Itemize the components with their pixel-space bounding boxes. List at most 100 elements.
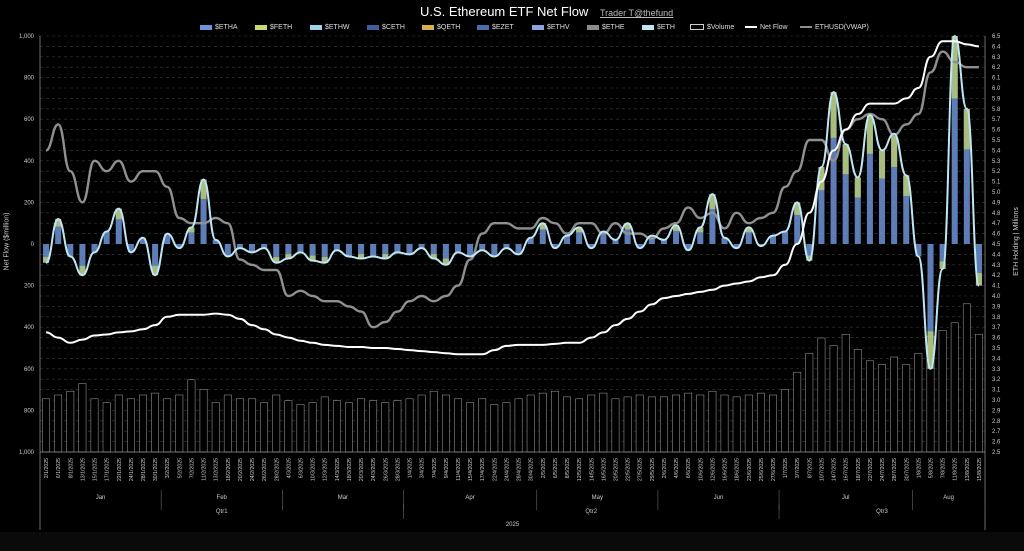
- x-tick-label: 3/4/2025: [420, 458, 426, 478]
- x-tick-label: 30/4/2025: [529, 458, 535, 481]
- y2-tick-label: 5.6: [992, 128, 1001, 134]
- x-tick-label: 15/8/2025: [977, 458, 983, 481]
- x-tick-label: 14/5/2025: [589, 458, 595, 481]
- x-tick-label: 12/3/2025: [323, 458, 329, 481]
- x-tick-label: 16/6/2025: [723, 458, 729, 481]
- volume-bar: [248, 398, 256, 453]
- x-tick-label: 16/7/2025: [844, 458, 850, 481]
- volume-bar: [563, 396, 571, 453]
- x-tick-label: 10/3/2025: [311, 458, 317, 481]
- x-tick-label: 26/2/2025: [262, 458, 268, 481]
- x-tick-label: 1/8/2025: [916, 458, 922, 478]
- volume-bar: [272, 394, 281, 453]
- x-tick-label: 7/2/2025: [189, 458, 195, 478]
- x-tick-label: 22/5/2025: [626, 458, 632, 481]
- y2-tick-label: 6.2: [992, 65, 1001, 71]
- volume-bar: [950, 322, 959, 453]
- y2-tick-label: 6.3: [992, 55, 1001, 61]
- y2-tick-label: 4.9: [992, 200, 1001, 206]
- x-tick-label: 25/6/2025: [759, 458, 765, 481]
- y-tick-label: 400: [24, 325, 35, 331]
- y2-tick-label: 2.6: [992, 440, 1001, 446]
- x-tick-label: 27/5/2025: [638, 458, 644, 481]
- x-tick-label: 24/1/2025: [129, 458, 135, 481]
- y-tick-label: 600: [24, 367, 35, 373]
- x-tick-label: 9/4/2025: [444, 458, 450, 478]
- x-tick-label: 4/3/2025: [286, 458, 292, 478]
- net-flow-bar-segment: [878, 150, 886, 179]
- y2-tick-label: 3.7: [992, 325, 1001, 331]
- y2-tick-label: 5.0: [992, 190, 1001, 196]
- y2-tick-label: 4.3: [992, 263, 1001, 269]
- net-flow-bar: [467, 244, 474, 257]
- net-flow-bar: [345, 244, 352, 257]
- x-tick-label: 13/2/2025: [214, 458, 220, 481]
- x-tick-label: 6/6/2025: [686, 458, 692, 478]
- y2-tick-label: 4.0: [992, 294, 1001, 300]
- x-tick-label: 7/8/2025: [941, 458, 947, 478]
- month-label: Jun: [714, 495, 724, 501]
- x-tick-label: 3/2/2025: [165, 458, 171, 478]
- volume-bar: [332, 400, 341, 453]
- volume-bar: [635, 394, 644, 453]
- bottom-strip: [0, 532, 1024, 551]
- volume-bar: [54, 394, 63, 453]
- x-tick-label: 10/7/2025: [819, 458, 825, 481]
- volume-bar: [236, 398, 244, 453]
- volume-bar: [708, 390, 717, 453]
- y-tick-label: 400: [24, 159, 35, 165]
- x-tick-label: 1/7/2025: [783, 458, 789, 478]
- y-tick-label: 1,000: [19, 34, 35, 40]
- x-tick-label: 24/2/2025: [250, 458, 256, 481]
- x-tick-label: 17/4/2025: [480, 458, 486, 481]
- chart-canvas: 1,000 800 600 400 200 0 200 400 600 800 1,000 6.5 6.…: [19, 34, 1001, 530]
- volume-bar: [829, 345, 838, 453]
- x-tick-label: 6/3/2025: [298, 458, 304, 478]
- volume-bar: [357, 398, 365, 453]
- x-tick-label: 22/1/2025: [117, 458, 123, 481]
- volume-bar: [393, 400, 402, 453]
- x-tick-label: 28/4/2025: [517, 458, 523, 481]
- volume-bar: [975, 333, 983, 453]
- net-flow-bar: [454, 244, 462, 253]
- x-tick-label: 22/4/2025: [492, 458, 498, 481]
- volume-bar: [647, 396, 656, 453]
- y-tick-label: 600: [24, 117, 35, 123]
- y-tick-label: 1,000: [19, 450, 35, 456]
- x-tick-label: 2/1/2025: [44, 458, 50, 478]
- volume-bar: [296, 404, 305, 453]
- volume-bar: [478, 398, 487, 453]
- volume-bar: [902, 364, 911, 453]
- x-tick-label: 8/7/2025: [807, 458, 813, 478]
- volume-bar: [405, 398, 414, 453]
- x-tick-label: 30/7/2025: [904, 458, 910, 481]
- x-tick-label: 24/4/2025: [504, 458, 510, 481]
- y2-tick-label: 5.9: [992, 96, 1001, 102]
- x-tick-label: 5/2/2025: [177, 458, 183, 478]
- volume-bar: [126, 398, 135, 453]
- volume-bar: [756, 392, 765, 453]
- volume-bar: [320, 396, 329, 453]
- quarter-label: Qtr3: [876, 509, 888, 515]
- x-tick-label: 2/5/2025: [541, 458, 547, 478]
- x-tick-label: 11/2/2025: [202, 458, 208, 481]
- volume-bar: [599, 392, 608, 453]
- y2-tick-label: 3.1: [992, 388, 1001, 394]
- volume-bar: [684, 392, 693, 453]
- volume-bar: [914, 352, 923, 453]
- volume-bar: [78, 383, 87, 453]
- y2-tick-label: 5.7: [992, 117, 1001, 123]
- volume-bar: [417, 394, 426, 453]
- volume-bar: [381, 402, 390, 453]
- volume-bar: [502, 402, 511, 453]
- y2-tick-label: 4.5: [992, 242, 1001, 248]
- net-flow-bar: [491, 244, 498, 257]
- y2-tick-label: 2.8: [992, 419, 1001, 425]
- x-tick-label: 14/7/2025: [832, 458, 838, 481]
- quarter-label: Qtr2: [585, 509, 597, 515]
- y2-tick-label: 5.3: [992, 159, 1001, 165]
- volume-bar: [163, 398, 172, 453]
- y2-tick-label: 6.1: [992, 76, 1001, 82]
- x-tick-label: 8/5/2025: [565, 458, 571, 478]
- month-label: Apr: [465, 495, 474, 501]
